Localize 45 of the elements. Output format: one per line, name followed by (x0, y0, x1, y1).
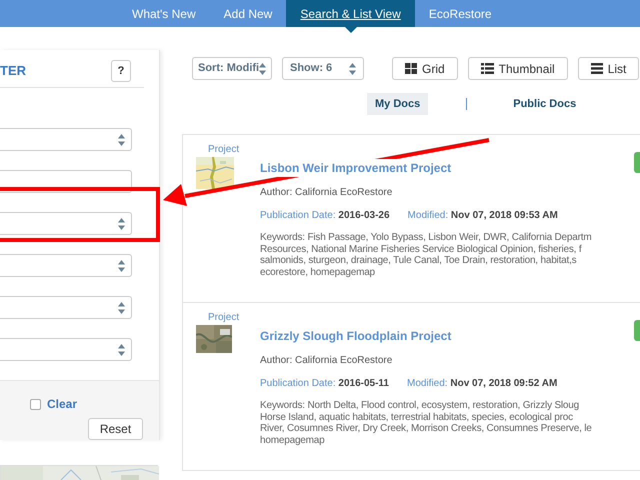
select-arrows-icon (118, 302, 125, 314)
keywords-text: Resources, National Marine Fisheries Service Biological Opinion, fisheries, f (260, 244, 583, 255)
select-arrows-icon (259, 62, 266, 74)
select-arrows-icon (118, 260, 125, 272)
help-button[interactable]: ? (111, 60, 131, 82)
show-select[interactable]: Show: 6 (282, 57, 364, 80)
publication-date: Publication Date: 2016-03-26 (260, 209, 390, 223)
clear-checkbox[interactable] (30, 398, 41, 410)
select-field[interactable] (0, 128, 132, 151)
grid-icon (405, 63, 417, 74)
view-button[interactable]: Grid (392, 57, 458, 80)
author-text: Author: California EcoRestore (260, 186, 394, 200)
doc-tab[interactable]: My Docs (367, 92, 428, 116)
panel-title: TER (0, 62, 26, 80)
keywords-text: salmonids, sturgeon, drainage, Tule Canal, Toe Drain, restoration, habitat,s (260, 255, 578, 266)
list-icon (480, 63, 494, 74)
view-button[interactable]: Thumbnail (468, 57, 568, 80)
keywords-text: ecorestore, homepagemap (260, 266, 376, 278)
select-arrows-icon (118, 344, 125, 356)
modified-date: Modified: Nov 07, 2018 09:52 AM (407, 377, 558, 391)
menu-icon (590, 63, 603, 74)
select-field[interactable] (0, 296, 132, 319)
select-arrows-icon (349, 62, 356, 74)
select-field[interactable] (0, 254, 132, 277)
type-label: Project (208, 143, 240, 157)
select-field[interactable] (0, 338, 132, 361)
type-label: Project (208, 311, 240, 325)
keywords-text: River, Cosumnes River, Dry Creek, Morrison Creeks, Consumnes Preserve, le (260, 423, 592, 434)
modified-date: Modified: Nov 07, 2018 09:53 AM (408, 209, 558, 223)
select-field[interactable] (0, 212, 132, 235)
select-arrows-icon (118, 134, 125, 146)
tab-pointer-icon (344, 27, 357, 33)
publication-date: Publication Date: 2016-05-11 (260, 377, 389, 391)
action-button[interactable] (634, 152, 640, 173)
view-button[interactable]: List (578, 57, 640, 80)
sort-select[interactable]: Sort: Modifi (192, 57, 272, 80)
keywords-text: Keywords: Fish Passage, Yolo Bypass, Lisbon Weir, DWR, California Departm (260, 232, 592, 244)
keywords-text: homepagemap (260, 434, 326, 446)
reset-button[interactable]: Reset (88, 418, 143, 440)
action-button[interactable] (634, 320, 640, 341)
keywords-text: Keywords: North Delta, Flood control, ecosystem, restoration, Grizzly Sloug (260, 400, 580, 412)
select-arrows-icon (118, 218, 125, 230)
clear-link[interactable]: Clear (46, 395, 77, 413)
keywords-text: Horse Island, aquatic habitats, terrestrial habitats, species, ecological proc (260, 412, 574, 423)
author-text: Author: California EcoRestore (260, 354, 394, 368)
